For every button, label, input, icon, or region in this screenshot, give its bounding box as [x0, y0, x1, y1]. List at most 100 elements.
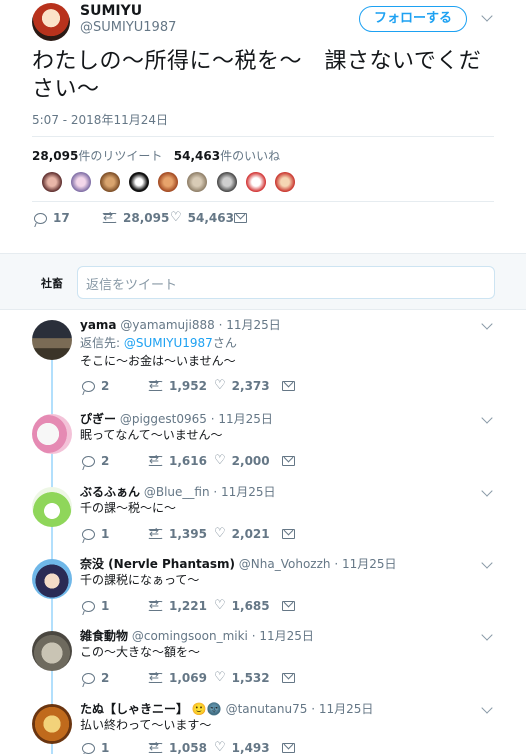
reply-tweet[interactable]: ぶるふぁん @Blue__fin · 11月25日 千の課〜税〜に〜 1 1,3…	[0, 481, 526, 551]
heart-icon: ♡	[214, 526, 226, 541]
retweet-icon	[148, 669, 163, 683]
like-action[interactable]: ♡ 1,685	[214, 598, 270, 614]
dm-action[interactable]	[282, 670, 301, 686]
heart-icon: ♡	[214, 670, 226, 685]
liker-avatar[interactable]	[42, 172, 62, 192]
like-action[interactable]: ♡ 1,532	[214, 670, 270, 686]
like-action[interactable]: ♡ 54,463	[170, 210, 234, 226]
reply-author-name[interactable]: たぬ【しゃきニー】	[80, 702, 188, 716]
reply-avatar[interactable]	[32, 631, 72, 671]
reply-date[interactable]: · 11月25日	[213, 485, 275, 499]
retweet-action[interactable]: 1,221	[148, 597, 207, 614]
reply-meta: ぴぎー @piggest0965 · 11月25日	[80, 410, 273, 427]
reply-action[interactable]: 1	[82, 598, 109, 614]
reply-date[interactable]: · 11月25日	[211, 412, 273, 426]
retweet-count: 1,616	[169, 454, 207, 468]
retweet-action[interactable]: 28,095	[102, 209, 169, 226]
liker-avatar[interactable]	[158, 172, 179, 192]
retweet-label[interactable]: 件のリツイート	[78, 149, 162, 163]
like-count: 1,493	[231, 741, 270, 754]
liker-avatar[interactable]	[274, 172, 295, 192]
reply-to-handle[interactable]: @SUMIYU1987	[124, 336, 213, 350]
reply-author-name[interactable]: 雑食動物	[80, 629, 128, 643]
reply-date[interactable]: · 11月25日	[252, 629, 314, 643]
chevron-down-icon[interactable]	[483, 414, 493, 424]
liker-avatar[interactable]	[187, 172, 208, 192]
mail-icon	[282, 381, 295, 391]
reply-count: 2	[101, 454, 110, 468]
retweet-icon	[148, 597, 163, 611]
tweet-timestamp[interactable]: 5:07 - 2018年11月24日	[32, 111, 168, 128]
liker-avatar[interactable]	[129, 172, 150, 192]
reply-avatar[interactable]	[32, 414, 72, 454]
dm-action[interactable]	[282, 740, 301, 754]
retweet-action[interactable]: 1,069	[148, 669, 207, 686]
reply-author-handle[interactable]: @yamamuji888	[120, 318, 214, 332]
liker-avatar[interactable]	[71, 172, 92, 192]
follow-button[interactable]: フォローする	[359, 6, 467, 32]
reply-author-name[interactable]: ぶるふぁん	[80, 485, 140, 499]
reply-author-handle[interactable]: @piggest0965	[120, 412, 207, 426]
chevron-down-icon[interactable]	[483, 487, 493, 497]
reply-avatar[interactable]	[32, 704, 72, 744]
reply-author-handle[interactable]: @tanutanu75	[226, 702, 308, 716]
liker-avatar[interactable]	[100, 172, 121, 192]
reply-action[interactable]: 1	[82, 526, 109, 542]
chevron-down-icon[interactable]	[483, 631, 493, 641]
like-action[interactable]: ♡ 2,000	[214, 453, 270, 469]
like-action-count: 54,463	[187, 211, 234, 225]
retweet-icon	[102, 209, 117, 223]
reply-avatar[interactable]	[32, 559, 72, 599]
like-action[interactable]: ♡ 1,493	[214, 740, 270, 754]
reply-author-handle[interactable]: @comingsoon_miki	[132, 629, 248, 643]
reply-input[interactable]: 返信をツイート	[77, 266, 495, 299]
reply-action[interactable]: 2	[82, 453, 109, 469]
reply-action[interactable]: 2	[82, 378, 109, 394]
liker-avatar[interactable]	[216, 172, 237, 192]
like-label[interactable]: 件のいいね	[220, 149, 280, 163]
author-handle[interactable]: @SUMIYU1987	[80, 20, 176, 35]
author-avatar[interactable]	[32, 3, 70, 41]
reply-author-name[interactable]: ぴぎー	[80, 412, 116, 426]
reply-action[interactable]: 2	[82, 670, 109, 686]
reply-date[interactable]: · 11月25日	[311, 702, 373, 716]
dm-action[interactable]	[282, 453, 301, 469]
reply-date[interactable]: · 11月25日	[219, 318, 281, 332]
reply-author-handle[interactable]: @Nha_Vohozzh	[239, 557, 331, 571]
retweet-icon	[148, 377, 163, 391]
chevron-down-icon[interactable]	[483, 559, 493, 569]
reply-avatar[interactable]	[32, 320, 72, 360]
reply-tweet[interactable]: yama @yamamuji888 · 11月25日 返信先: @SUMIYU1…	[0, 314, 526, 398]
reply-avatar[interactable]	[32, 487, 72, 527]
like-count[interactable]: 54,463	[174, 149, 220, 163]
chevron-down-icon[interactable]	[483, 12, 493, 22]
chevron-down-icon[interactable]	[483, 320, 493, 330]
retweet-action[interactable]: 1,395	[148, 525, 207, 542]
mail-icon	[282, 673, 295, 683]
dm-action[interactable]	[234, 210, 253, 226]
reply-author-handle[interactable]: @Blue__fin	[144, 485, 210, 499]
author-name[interactable]: SUMIYU	[80, 3, 142, 19]
reply-action[interactable]: 17	[34, 210, 70, 226]
reply-tweet[interactable]: ぴぎー @piggest0965 · 11月25日 眠ってなんて〜いません〜 2…	[0, 408, 526, 478]
reply-action[interactable]: 1	[82, 740, 109, 754]
like-action[interactable]: ♡ 2,373	[214, 378, 270, 394]
retweet-action[interactable]: 1,952	[148, 377, 207, 394]
reply-date[interactable]: · 11月25日	[334, 557, 396, 571]
reply-tweet[interactable]: 雑食動物 @comingsoon_miki · 11月25日 この〜大きな〜額を…	[0, 625, 526, 695]
reply-author-name[interactable]: 奈没 (Nervle Phantasm)	[80, 557, 235, 571]
dm-action[interactable]	[282, 526, 301, 542]
retweet-action[interactable]: 1,616	[148, 452, 207, 469]
retweet-action[interactable]: 1,058	[148, 739, 207, 754]
reply-author-name[interactable]: yama	[80, 318, 117, 332]
liker-avatar[interactable]	[245, 172, 266, 192]
chevron-down-icon[interactable]	[483, 704, 493, 714]
retweet-count[interactable]: 28,095	[32, 149, 78, 163]
dm-action[interactable]	[282, 378, 301, 394]
reply-text: 払い終わって〜います〜	[80, 718, 212, 732]
dm-action[interactable]	[282, 598, 301, 614]
like-action[interactable]: ♡ 2,021	[214, 526, 270, 542]
reply-tweet[interactable]: たぬ【しゃきニー】 🙂🌚 @tanutanu75 · 11月25日 払い終わって…	[0, 698, 526, 754]
reply-tweet[interactable]: 奈没 (Nervle Phantasm) @Nha_Vohozzh · 11月2…	[0, 553, 526, 623]
reply-to-line: 返信先: @SUMIYU1987さん	[80, 335, 237, 352]
